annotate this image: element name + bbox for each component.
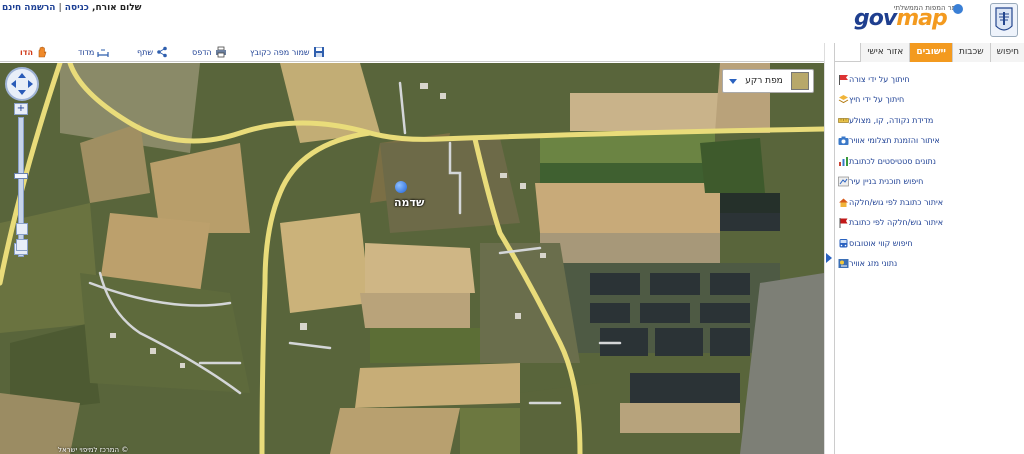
greeting-text: שלום אורח, (92, 3, 142, 13)
plan-icon (838, 176, 849, 187)
map-toolbar: שמור מפה כקובץ הדפס שתף מדוד הדו (0, 42, 830, 62)
measure-label: מדוד (78, 47, 95, 57)
basemap-select[interactable]: מפת רקע (722, 69, 814, 93)
printer-icon (215, 46, 226, 58)
map-canvas[interactable]: + − מפת רקע שדמה © המרכז למיפוי ישראל (0, 63, 824, 454)
zoom-in-button[interactable]: + (14, 103, 28, 115)
satellite-imagery (0, 63, 824, 454)
tool-cut-by-buffer[interactable]: חיתוך על ידי חיץ (834, 90, 1024, 111)
bar-chart-icon (839, 156, 848, 166)
help-button[interactable]: הדו (20, 44, 48, 60)
logo-pin-icon (953, 4, 963, 14)
tool-aerial-photos[interactable]: איתור והזמנת תצלומי אוויר (834, 131, 1024, 152)
tool-label: חיתוך על ידי צורה (849, 74, 910, 84)
tool-label: איתור כתובת לפי גוש/חלקה (849, 197, 944, 207)
tool-cut-by-shape[interactable]: חיתוך על ידי צורה (834, 69, 1024, 90)
save-icon (313, 47, 324, 57)
govmap-logo[interactable]: אתר המפות הממשלתי govmap (850, 2, 985, 38)
collapse-arrow-icon[interactable] (826, 253, 832, 263)
print-label: הדפס (192, 47, 212, 57)
govmap-app: שלום אורח, כניסה | הרשמה חינם אתר המפות … (0, 0, 1024, 454)
zoom-box-tool[interactable] (16, 223, 28, 235)
tab-settlements[interactable]: יישובים (909, 43, 952, 62)
print-button[interactable]: הדפס (192, 44, 227, 60)
basemap-select-label: מפת רקע (745, 76, 783, 86)
help-label: הדו (20, 47, 33, 57)
save-map-label: שמור מפה כקובץ (250, 47, 310, 57)
tool-label: איתור גוש/חלקה לפי כתובת (849, 218, 944, 228)
pan-arrows-icon (11, 73, 33, 95)
camera-icon (838, 136, 849, 146)
hand-icon (38, 46, 47, 58)
tool-label: מדידת נקודה, קו, מצולע (849, 115, 934, 125)
measure-icon (97, 49, 109, 57)
logo-wordmark: govmap (854, 6, 948, 31)
zoom-track[interactable] (18, 117, 24, 257)
tool-address-statistics[interactable]: נתונים סטטיסטים לכתובת (834, 151, 1024, 172)
share-label: שתף (137, 47, 154, 57)
tool-label: איתור והזמנת תצלומי אוויר (849, 136, 940, 146)
panel-tabs: חיפוש שכבות יישובים אזור אישי (835, 43, 1024, 62)
weather-icon (838, 259, 849, 269)
house-icon (839, 198, 848, 207)
tab-search[interactable]: חיפוש (989, 43, 1024, 62)
red-flag-icon (839, 218, 848, 229)
measure-button[interactable]: מדוד (78, 44, 109, 60)
user-links: שלום אורח, כניסה | הרשמה חינם (2, 3, 141, 13)
tool-address-by-parcel[interactable]: איתור כתובת לפי גוש/חלקה (834, 192, 1024, 213)
flag-icon (839, 74, 848, 85)
tool-label: נתונים סטטיסטים לכתובת (849, 156, 936, 166)
header: שלום אורח, כניסה | הרשמה חינם אתר המפות … (0, 0, 1024, 40)
logo-area[interactable]: אתר המפות הממשלתי govmap (850, 1, 1018, 39)
side-panel: חיפוש שכבות יישובים אזור אישי חיתוך על י… (834, 43, 1024, 454)
tool-weather[interactable]: נתוני מזג אוויר (834, 254, 1024, 275)
tool-label: נתוני מזג אוויר (849, 259, 898, 269)
layers-tool[interactable] (16, 239, 28, 251)
logo-gov: gov (854, 6, 897, 31)
tool-parcel-by-address[interactable]: איתור גוש/חלקה לפי כתובת (834, 213, 1024, 234)
basemap-thumbnail (790, 72, 809, 90)
tool-building-plan-search[interactable]: חיפוש תוכנית בניין עיר (834, 172, 1024, 193)
panel-splitter[interactable] (824, 43, 834, 454)
layers-icon (838, 95, 849, 104)
tool-label: חיפוש תוכנית בניין עיר (849, 177, 924, 187)
chevron-down-icon (729, 78, 737, 84)
share-icon (157, 46, 167, 58)
tool-measure[interactable]: מדידת נקודה, קו, מצולע (834, 110, 1024, 131)
copyright-text: © המרכז למיפוי ישראל (58, 446, 129, 454)
place-label: שדמה (394, 196, 425, 209)
share-button[interactable]: שתף (137, 44, 168, 60)
login-link[interactable]: כניסה (65, 3, 89, 13)
save-map-button[interactable]: שמור מפה כקובץ (250, 44, 325, 60)
tools-list: חיתוך על ידי צורה חיתוך על ידי חיץ מדידת… (834, 69, 1024, 274)
tab-personal-area[interactable]: אזור אישי (860, 43, 910, 62)
logo-map: map (896, 6, 948, 31)
ruler-icon (838, 117, 849, 123)
tool-label: חיתוך על ידי חיץ (849, 95, 905, 105)
bus-icon (839, 238, 848, 248)
register-link[interactable]: הרשמה חינם (2, 3, 55, 13)
link-separator: | (58, 3, 62, 13)
tab-layers[interactable]: שכבות (951, 43, 990, 62)
tool-bus-lines[interactable]: חיפוש קווי אוטובוס (834, 233, 1024, 254)
location-pin-icon[interactable] (395, 181, 407, 193)
tool-label: חיפוש קווי אוטובוס (849, 238, 913, 248)
state-emblem-icon (990, 3, 1018, 37)
pan-control[interactable] (5, 67, 39, 101)
zoom-handle[interactable] (14, 173, 28, 179)
